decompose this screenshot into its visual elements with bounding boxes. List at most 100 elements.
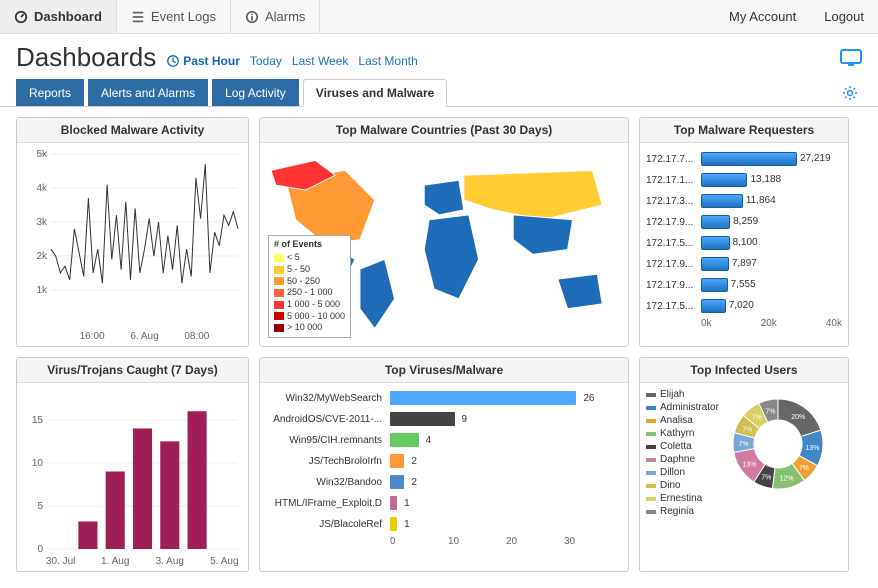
svg-text:12%: 12% [779, 475, 793, 482]
requester-label: 172.17.9... [646, 259, 698, 270]
nav-event-logs[interactable]: Event Logs [117, 0, 231, 33]
svg-text:13%: 13% [742, 461, 756, 468]
tab-viruses[interactable]: Viruses and Malware [303, 79, 448, 107]
svg-text:7%: 7% [799, 465, 809, 472]
donut-legend-row: Elijah [646, 389, 719, 400]
requester-row: 172.17.7... 27,219 [646, 149, 842, 169]
svg-text:7%: 7% [752, 415, 762, 422]
requester-value: 7,020 [729, 299, 754, 313]
legend-row: 5 000 - 10 000 [274, 311, 345, 323]
time-past-hour[interactable]: Past Hour [166, 54, 240, 68]
donut-legend-row: Administrator [646, 402, 719, 413]
tab-log-activity[interactable]: Log Activity [212, 79, 299, 106]
svg-text:0: 0 [37, 544, 43, 555]
legend-row: 5 - 50 [274, 264, 345, 276]
donut-legend: ElijahAdministratorAnalisaKathyrnColetta… [646, 389, 719, 565]
requester-bar [701, 257, 729, 271]
requester-row: 172.17.3... 11,864 [646, 191, 842, 211]
requester-value: 7,555 [731, 278, 756, 292]
svg-text:4k: 4k [36, 183, 48, 194]
nav-my-account[interactable]: My Account [715, 0, 810, 33]
panel-title: Top Viruses/Malware [260, 358, 628, 383]
donut-legend-row: Analisa [646, 415, 719, 426]
requester-label: 172.17.5... [646, 301, 698, 312]
virus-value: 2 [411, 456, 417, 467]
virus-row: Win95/CIH.remnants 4 [266, 431, 622, 449]
panel-top-viruses: Top Viruses/Malware Win32/MyWebSearch 26… [259, 357, 629, 572]
virus-row: HTML/IFrame_Exploit.D 1 [266, 494, 622, 512]
legend-title: # of Events [274, 239, 345, 251]
virus-row: JS/TechBroloIrfn 2 [266, 452, 622, 470]
virus-bar [390, 391, 576, 405]
legend-row: 250 - 1 000 [274, 287, 345, 299]
requester-value: 8,100 [733, 236, 758, 250]
panel-virus-caught: Virus/Trojans Caught (7 Days) 05101530. … [16, 357, 249, 572]
virus-bar [390, 475, 404, 489]
svg-text:08:00: 08:00 [184, 331, 209, 342]
requester-row: 172.17.5... 8,100 [646, 233, 842, 253]
svg-text:10: 10 [32, 458, 44, 469]
tab-alerts[interactable]: Alerts and Alarms [88, 79, 208, 106]
list-icon [131, 10, 145, 24]
panel-top-countries: Top Malware Countries (Past 30 Days) [259, 117, 629, 347]
time-last-week[interactable]: Last Week [292, 54, 348, 68]
donut-svg: 20%13%7%12%7%13%7%7%7%7% [723, 389, 833, 499]
svg-text:5. Aug: 5. Aug [210, 556, 238, 567]
panel-top-infected: Top Infected Users Elijah Administrator An… [639, 357, 849, 572]
svg-text:13%: 13% [805, 445, 819, 452]
monitor-icon[interactable] [840, 49, 862, 67]
svg-text:3. Aug: 3. Aug [156, 556, 184, 567]
virus-bar [390, 454, 404, 468]
panel-title: Top Infected Users [640, 358, 848, 383]
header-row: Dashboards Past Hour Today Last Week Las… [0, 34, 878, 79]
virus-row: AndroidOS/CVE-2011-... 9 [266, 410, 622, 428]
legend-row: 50 - 250 [274, 276, 345, 288]
svg-text:7%: 7% [742, 426, 752, 433]
donut-legend-row: Daphne [646, 454, 719, 465]
requester-label: 172.17.3... [646, 196, 698, 207]
requester-bar [701, 173, 747, 187]
gauge-icon [14, 10, 28, 24]
top-viruses-chart: Win32/MyWebSearch 26AndroidOS/CVE-2011-.… [260, 383, 628, 571]
virus-bar [390, 412, 455, 426]
virus-value: 9 [462, 414, 468, 425]
requester-label: 172.17.5... [646, 238, 698, 249]
legend-row: < 5 [274, 252, 345, 264]
nav-logout[interactable]: Logout [810, 0, 878, 33]
virus-caught-chart: 05101530. Jul1. Aug3. Aug5. Aug [17, 383, 248, 572]
dashboard-grid: Blocked Malware Activity 1k2k3k4k5k16:00… [0, 107, 878, 588]
virus-bar [390, 433, 419, 447]
nav-alarms[interactable]: Alarms [231, 0, 320, 33]
requester-bar [701, 299, 726, 313]
map-legend: # of Events < 55 - 5050 - 250250 - 1 000… [268, 235, 351, 339]
tab-reports[interactable]: Reports [16, 79, 84, 106]
virus-label: Win32/Bandoo [266, 477, 386, 488]
requester-row: 172.17.1... 13,188 [646, 170, 842, 190]
requester-bar [701, 152, 797, 166]
svg-text:1k: 1k [36, 285, 48, 296]
time-last-month[interactable]: Last Month [358, 54, 417, 68]
donut-legend-row: Coletta [646, 441, 719, 452]
virus-label: Win95/CIH.remnants [266, 435, 386, 446]
donut-legend-row: Dillon [646, 467, 719, 478]
world-map: # of Events < 55 - 5050 - 250250 - 1 000… [260, 143, 628, 346]
virus-row: Win32/Bandoo 2 [266, 473, 622, 491]
requester-row: 172.17.9... 8,259 [646, 212, 842, 232]
panel-title: Top Malware Requesters [640, 118, 848, 143]
svg-text:2k: 2k [36, 251, 48, 262]
gear-icon[interactable] [842, 85, 862, 101]
time-today[interactable]: Today [250, 54, 282, 68]
nav-dashboard[interactable]: Dashboard [0, 0, 117, 33]
donut-legend-row: Reginia [646, 506, 719, 517]
virus-axis: 0 10 20 30 [390, 536, 622, 547]
requesters-axis: 0k 20k 40k [701, 318, 842, 329]
infected-chart: ElijahAdministratorAnalisaKathyrnColetta… [640, 383, 848, 571]
info-icon [245, 10, 259, 24]
page-title: Dashboards [16, 42, 156, 73]
virus-row: JS/BlacoleRef 1 [266, 515, 622, 533]
requester-row: 172.17.9... 7,555 [646, 275, 842, 295]
requester-label: 172.17.9... [646, 280, 698, 291]
requester-label: 172.17.9... [646, 217, 698, 228]
requester-value: 7,897 [732, 257, 757, 271]
donut-legend-row: Ernestina [646, 493, 719, 504]
